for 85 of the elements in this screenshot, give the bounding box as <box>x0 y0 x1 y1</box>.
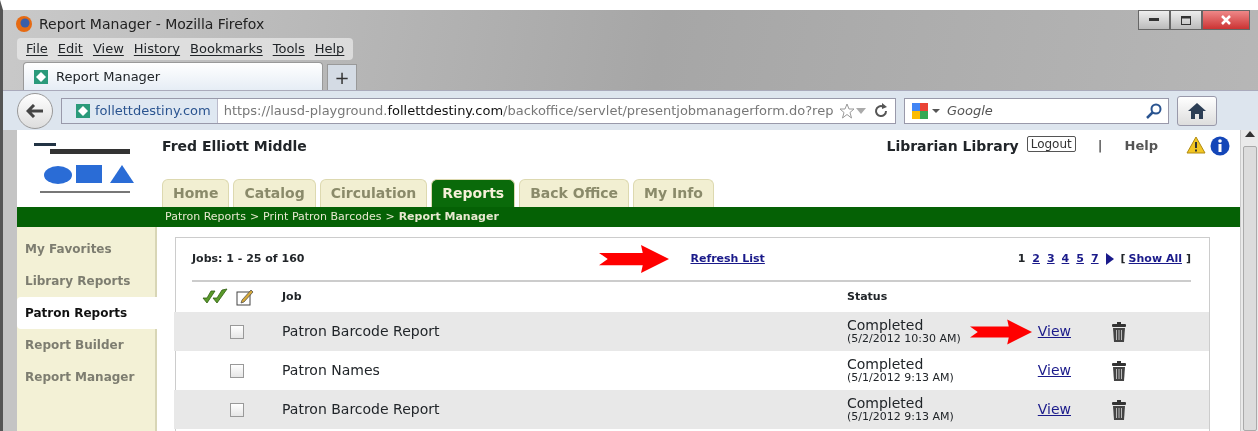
view-link[interactable]: View <box>1037 321 1071 342</box>
column-header: Status <box>847 288 888 305</box>
user-name: Librarian Library <box>886 137 1019 156</box>
job-status: Completed <box>847 318 924 334</box>
menu-item[interactable]: Help <box>309 39 350 59</box>
show-all-link[interactable]: Show All <box>1128 250 1182 268</box>
breadcrumb-link[interactable]: Patron Reports <box>165 208 246 226</box>
back-arrow-icon <box>26 103 44 118</box>
maximize-icon <box>1181 15 1191 25</box>
close-button[interactable] <box>1202 10 1250 30</box>
site-identity: follettdestiny.com <box>95 101 211 120</box>
page-link[interactable]: 4 <box>1061 250 1070 268</box>
new-tab-button[interactable]: + <box>327 64 357 90</box>
url-text: https://lausd-playground.follettdestiny.com/backoffice/servlet/presentjobmanagerform.do?rep <box>222 101 835 120</box>
site-icon <box>76 103 90 118</box>
job-time: (5/2/2012 10:30 AM) <box>847 333 962 345</box>
trash-icon[interactable] <box>1111 399 1127 420</box>
home-button[interactable] <box>1177 95 1217 126</box>
search-field[interactable]: Google <box>904 97 1169 124</box>
breadcrumb-separator: > <box>249 208 260 225</box>
menu-item[interactable]: File <box>21 39 53 59</box>
separator: | <box>1097 137 1103 155</box>
sidebar-item[interactable]: Report Manager <box>17 361 155 393</box>
address-bar[interactable]: follettdestiny.com https://lausd-playground.follettdestiny.com/backoffice/servlet/presentjobmanagerform.do?rep <box>61 97 896 124</box>
scroll-thumb[interactable] <box>1242 146 1257 431</box>
refresh-list-link[interactable]: Refresh List <box>690 250 765 268</box>
next-page-icon[interactable] <box>1105 253 1114 265</box>
view-link[interactable]: View <box>1037 360 1071 381</box>
scrollbar[interactable] <box>1240 130 1258 431</box>
row-checkbox[interactable] <box>230 402 244 417</box>
help-link[interactable]: Help <box>1124 136 1158 156</box>
sidebar-item[interactable]: Patron Reports <box>17 297 157 329</box>
browser-tab[interactable]: Report Manager <box>23 62 323 90</box>
page-link[interactable]: 5 <box>1076 250 1084 268</box>
site-icon <box>34 69 48 84</box>
menu-item[interactable]: Tools <box>267 39 310 59</box>
check-all-icon[interactable] <box>202 288 228 304</box>
job-status: Completed <box>847 396 924 412</box>
menu-item[interactable]: View <box>87 39 129 59</box>
edit-icon[interactable] <box>236 288 254 306</box>
page-link[interactable]: 2 <box>1032 250 1040 268</box>
maximize-button[interactable] <box>1170 10 1202 30</box>
menu-item[interactable]: Bookmarks <box>185 39 268 59</box>
sidebar-item[interactable]: Library Reports <box>17 265 155 297</box>
search-engine-icon[interactable] <box>911 101 941 120</box>
job-name: Patron Barcode Report <box>282 322 441 341</box>
nav-tab[interactable]: Reports <box>431 179 516 207</box>
bracket: ] <box>1185 250 1191 267</box>
job-status: Completed <box>847 357 924 373</box>
search-icon[interactable] <box>1146 102 1162 119</box>
warning-icon[interactable] <box>1186 136 1206 154</box>
job-time: (5/1/2012 9:13 AM) <box>847 411 955 423</box>
menu-item[interactable]: History <box>128 39 186 59</box>
breadcrumb-separator: > <box>385 208 395 225</box>
logout-button[interactable]: Logout <box>1026 136 1076 152</box>
minimize-icon <box>1149 18 1159 22</box>
school-name: Fred Elliott Middle <box>162 137 308 156</box>
window-title: Report Manager - Mozilla Firefox <box>39 14 265 34</box>
sidebar-item[interactable]: Report Builder <box>17 329 155 361</box>
row-checkbox[interactable] <box>230 324 244 339</box>
breadcrumb-link[interactable]: Print Patron Barcodes <box>263 208 382 226</box>
browser-logo-icon <box>15 15 33 33</box>
trash-icon[interactable] <box>1111 321 1127 342</box>
job-time: (5/1/2012 9:13 AM) <box>847 372 955 384</box>
back-button[interactable] <box>17 92 53 129</box>
current-page: 1 <box>1017 250 1026 267</box>
page-link[interactable]: 7 <box>1090 250 1099 268</box>
column-header: Job <box>282 288 303 305</box>
breadcrumb-current: Report Manager <box>398 208 499 225</box>
job-count: Jobs: 1 - 25 of 160 <box>192 250 305 267</box>
minimize-button[interactable] <box>1138 10 1170 30</box>
trash-icon[interactable] <box>1111 360 1127 381</box>
row-checkbox[interactable] <box>230 363 244 378</box>
job-name: Patron Names <box>282 361 381 380</box>
home-icon <box>1188 102 1206 119</box>
job-name: Patron Barcode Report <box>282 400 441 419</box>
bracket: [ <box>1120 250 1126 267</box>
page-link[interactable]: 3 <box>1046 250 1055 268</box>
menu-item[interactable]: Edit <box>52 39 88 59</box>
reload-icon[interactable] <box>873 102 889 119</box>
info-icon[interactable] <box>1210 136 1230 156</box>
view-link[interactable]: View <box>1037 399 1071 420</box>
star-icon[interactable] <box>839 102 855 119</box>
close-icon <box>1221 15 1231 25</box>
sidebar-item[interactable]: My Favorites <box>17 233 155 265</box>
